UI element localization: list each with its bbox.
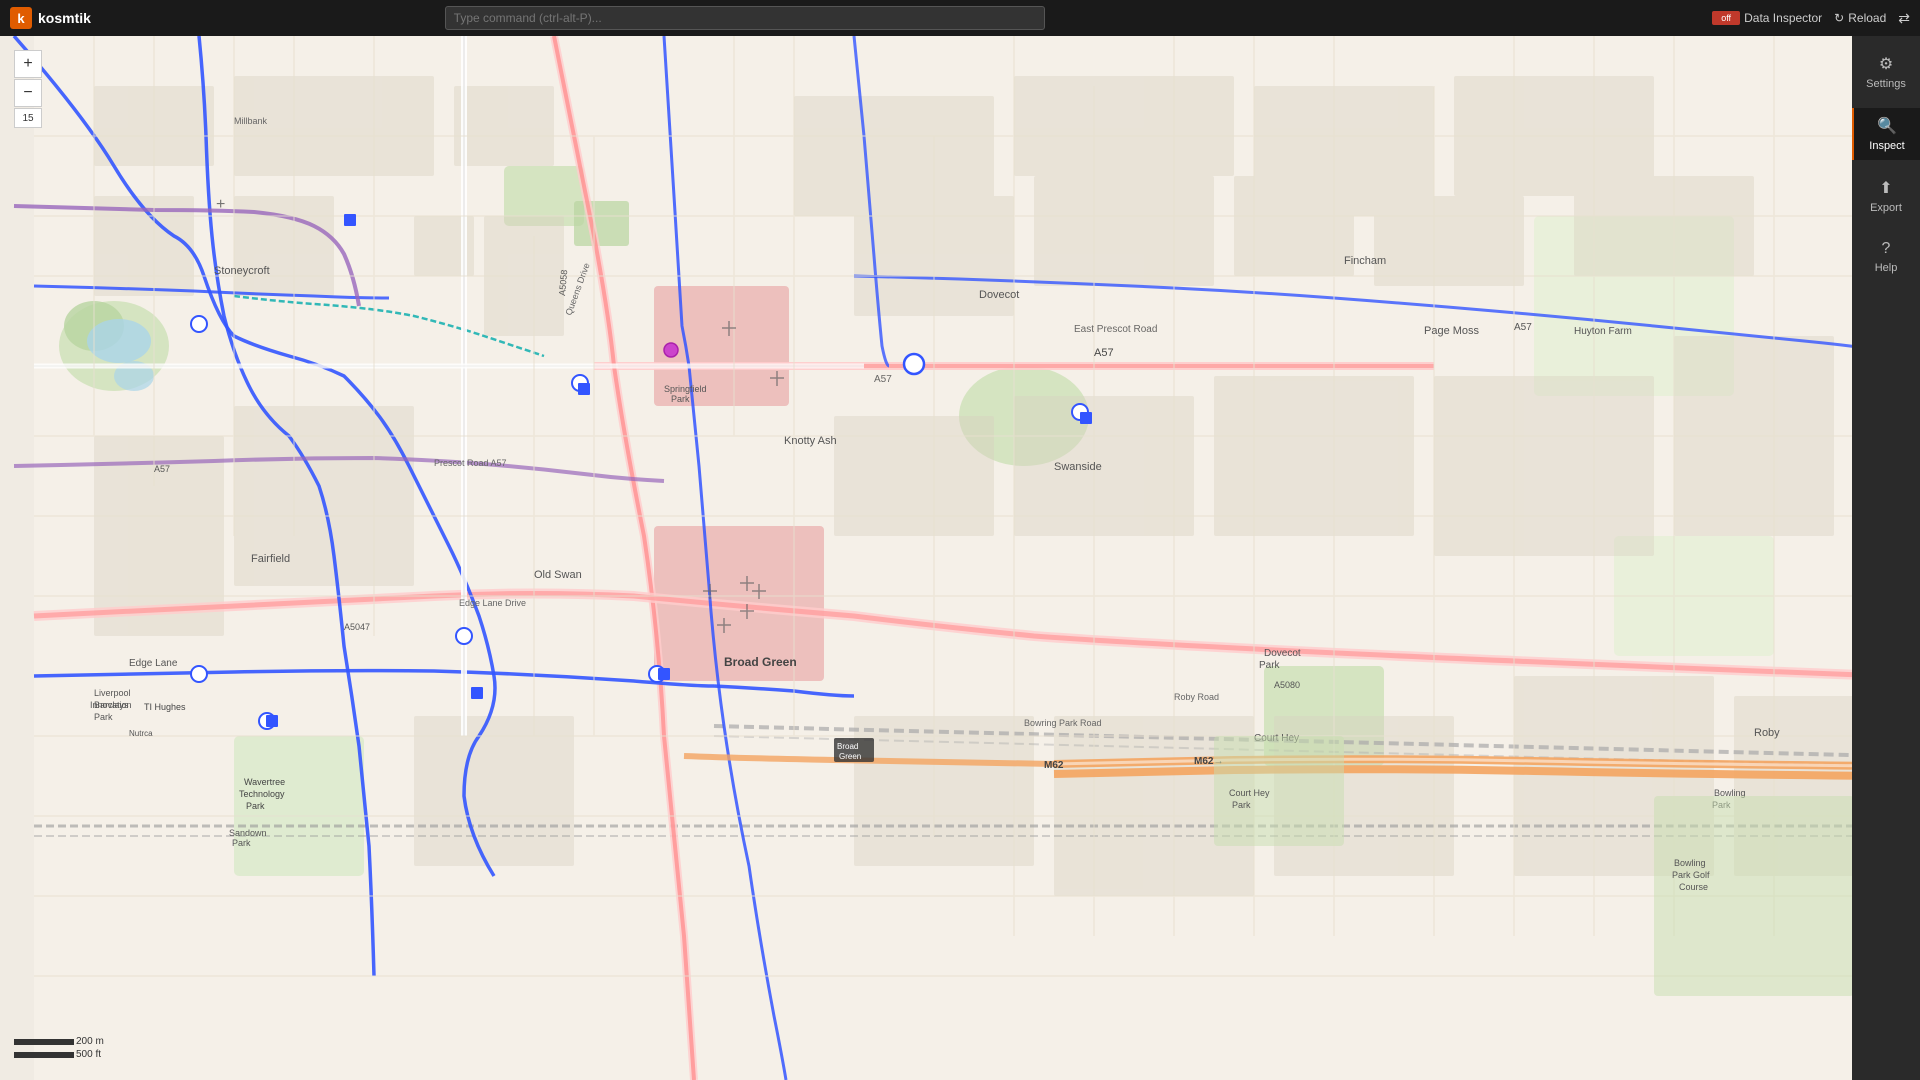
inspect-label: Inspect [1869,140,1904,152]
export-icon: ⬆ [1879,178,1892,198]
help-icon: ? [1882,240,1891,258]
svg-text:Roby Road: Roby Road [1174,692,1219,702]
svg-text:Swanside: Swanside [1054,461,1102,473]
svg-text:Knotty Ash: Knotty Ash [784,435,837,447]
zoom-controls: + − 15 [14,50,42,128]
svg-text:East Prescot Road: East Prescot Road [1074,324,1157,335]
svg-text:Prescot Road A57: Prescot Road A57 [434,458,507,468]
svg-text:+: + [216,196,225,213]
metric-scale-label: 200 m [76,1036,104,1047]
svg-text:A57: A57 [1094,347,1114,359]
svg-text:Park: Park [1259,660,1281,671]
svg-text:A5080: A5080 [1274,680,1300,690]
sidebar-item-export[interactable]: ⬆ Export [1852,170,1920,222]
sidebar-item-inspect[interactable]: 🔍 Inspect [1852,108,1920,160]
svg-text:Springfield: Springfield [664,384,707,394]
metric-scale-bar [14,1039,74,1045]
svg-text:Innovation: Innovation [90,700,132,710]
sidebar-item-help[interactable]: ? Help [1852,232,1920,282]
settings-icon-button[interactable]: ⇄ [1898,10,1910,27]
imperial-scale-bar [14,1052,74,1058]
svg-text:Court Hey: Court Hey [1229,788,1270,798]
svg-text:Park: Park [232,838,251,848]
svg-text:A57: A57 [874,374,892,385]
svg-text:Sandown: Sandown [229,828,267,838]
topbar-right-controls: off Data Inspector ↻ Reload ⇄ [1712,10,1910,27]
svg-text:Page Moss: Page Moss [1424,325,1480,337]
svg-text:Park: Park [671,394,690,404]
map-container[interactable]: A57 East Prescot Road A57 Knotty Ash Dov… [0,36,1920,1080]
svg-text:Broad: Broad [837,742,858,751]
svg-text:M62: M62 [1044,760,1064,771]
settings-label: Settings [1866,78,1906,90]
app-logo-icon: k [10,7,32,29]
svg-text:Edge Lane: Edge Lane [129,658,178,669]
svg-text:Stoneycroft: Stoneycroft [214,265,270,277]
zoom-level-display: 15 [14,108,42,128]
svg-text:Bowling: Bowling [1674,858,1706,868]
right-sidebar: ⚙ Settings 🔍 Inspect ⬆ Export ? Help [1852,36,1920,1080]
data-inspector-label: Data Inspector [1744,11,1822,25]
zoom-out-button[interactable]: − [14,79,42,107]
reload-label: Reload [1848,11,1886,25]
svg-text:Court Hey: Court Hey [1254,733,1299,744]
svg-text:Bowling: Bowling [1714,788,1746,798]
topbar: k kosmtik off Data Inspector ↻ Reload ⇄ [0,0,1920,36]
data-inspector-toggle[interactable]: off Data Inspector [1712,11,1822,25]
sidebar-item-settings[interactable]: ⚙ Settings [1852,46,1920,98]
svg-text:Course: Course [1679,882,1708,892]
zoom-in-button[interactable]: + [14,50,42,78]
svg-text:Park: Park [1232,800,1251,810]
toggle-off-indicator: off [1712,11,1740,25]
inspect-icon: 🔍 [1877,116,1897,136]
svg-text:Park Golf: Park Golf [1672,870,1710,880]
svg-text:Huyton Farm: Huyton Farm [1574,326,1632,337]
svg-text:Technology: Technology [239,789,285,799]
svg-text:A5047: A5047 [344,622,370,632]
svg-text:Dovecot: Dovecot [1264,648,1301,659]
svg-text:A5058: A5058 [557,269,569,296]
imperial-scale-label: 500 ft [76,1049,101,1060]
svg-text:Park: Park [1712,800,1731,810]
svg-text:Roby: Roby [1754,727,1780,739]
svg-text:Park: Park [246,801,265,811]
reload-button[interactable]: ↻ Reload [1834,11,1886,25]
svg-text:Old Swan: Old Swan [534,569,582,581]
svg-text:Nutrca: Nutrca [129,729,153,738]
svg-text:Broad Green: Broad Green [724,655,797,669]
svg-text:Wavertree: Wavertree [244,777,285,787]
map-svg: A57 East Prescot Road A57 Knotty Ash Dov… [0,36,1920,1080]
settings-icon: ⚙ [1879,54,1893,74]
export-label: Export [1870,202,1902,214]
svg-text:Dovecot: Dovecot [979,289,1019,301]
svg-text:M62→: M62→ [1194,756,1223,767]
svg-text:A57: A57 [1514,322,1532,333]
svg-text:Fincham: Fincham [1344,255,1386,267]
svg-text:Millbank: Millbank [234,116,268,126]
svg-text:Queens Drive: Queens Drive [563,262,591,317]
svg-text:TI Hughes: TI Hughes [144,702,186,712]
logo-area[interactable]: k kosmtik [10,7,91,29]
svg-text:Bowring Park Road: Bowring Park Road [1024,718,1102,728]
svg-text:Park: Park [94,712,113,722]
command-input[interactable] [445,6,1045,30]
svg-text:A57: A57 [154,464,170,474]
svg-text:Edge Lane Drive: Edge Lane Drive [459,598,526,608]
svg-text:Green: Green [839,752,861,761]
svg-text:Liverpool: Liverpool [94,688,131,698]
reload-icon: ↻ [1834,11,1844,25]
scale-bar: 200 m 500 ft [14,1036,104,1060]
svg-text:Barclays: Barclays [94,700,129,710]
svg-text:Fairfield: Fairfield [251,553,290,565]
help-label: Help [1875,262,1898,274]
app-name: kosmtik [38,10,91,26]
